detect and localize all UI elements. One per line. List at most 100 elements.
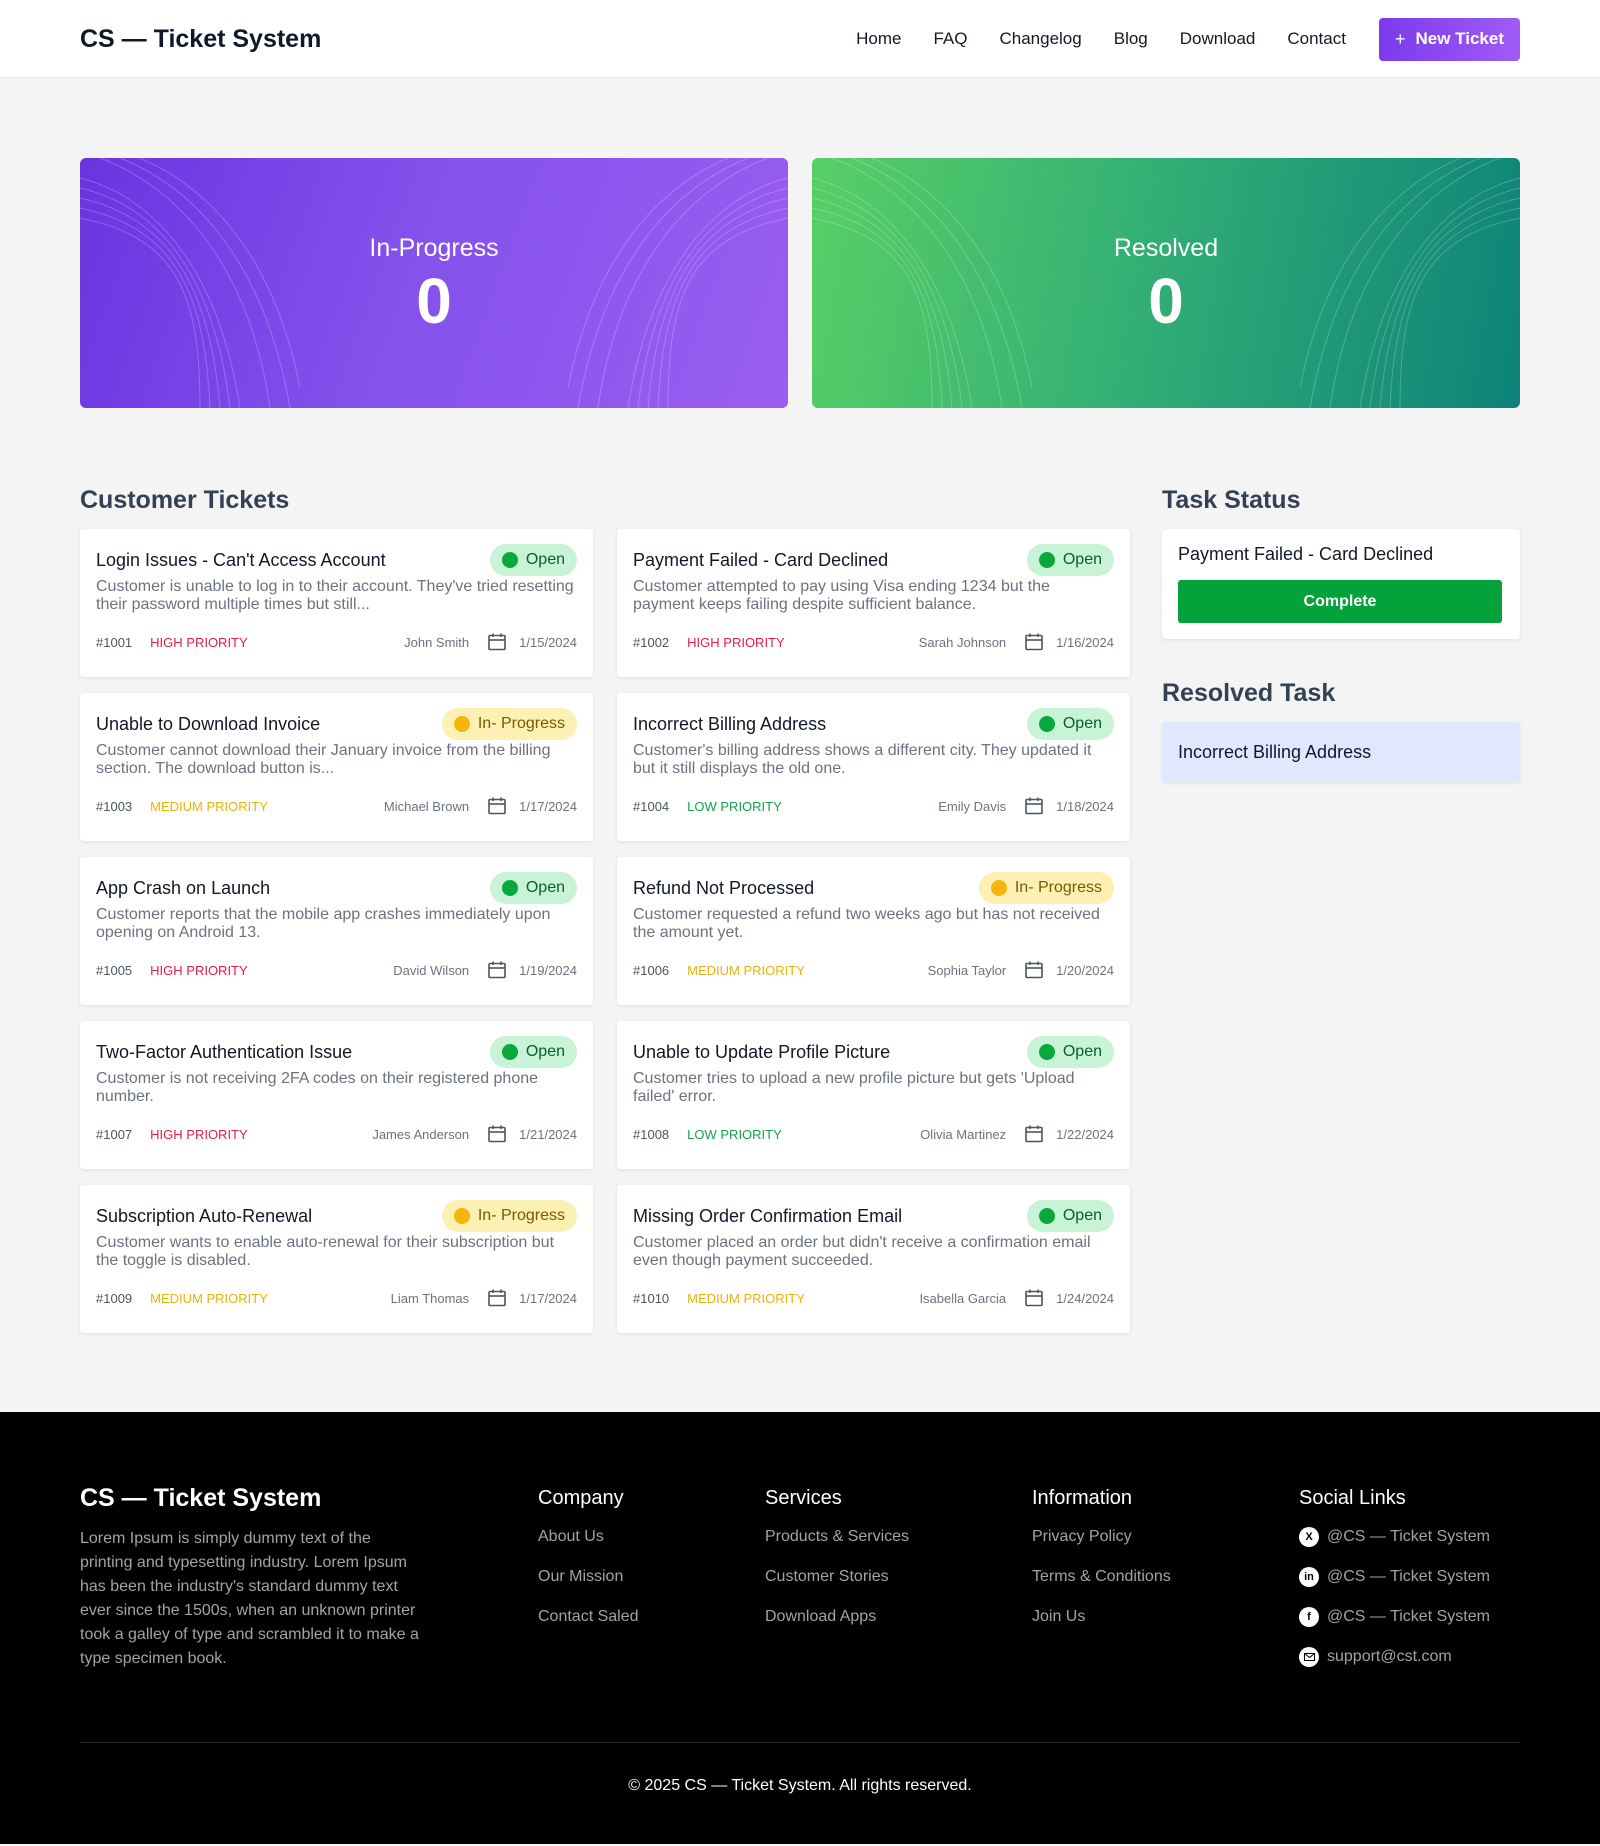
footer-link-contact-saled[interactable]: Contact Saled	[538, 1607, 765, 1627]
ticket-card[interactable]: Refund Not Processed In- Progress Customer…	[617, 857, 1130, 1005]
status-badge: Open	[1026, 544, 1114, 576]
status-dot-icon	[990, 880, 1007, 896]
ticket-title: Missing Order Confirmation Email	[633, 1205, 903, 1226]
ticket-description: Customer is not receiving 2FA codes on t…	[96, 1070, 539, 1105]
status-dot-icon	[1038, 552, 1055, 568]
status-dot-icon	[453, 716, 470, 732]
social-link-linkedin[interactable]: in @CS — Ticket System	[1299, 1567, 1520, 1587]
customer-name: Sarah Johnson	[918, 634, 1007, 650]
ticket-description: Customer placed an order but didn't rece…	[633, 1234, 1091, 1269]
ticket-date: 1/24/2024	[1056, 1290, 1114, 1306]
ticket-description: Customer reports that the mobile app cra…	[96, 906, 551, 941]
in-progress-banner: In-Progress 0	[80, 158, 788, 408]
ticket-card[interactable]: App Crash on Launch Open Customer reports …	[80, 857, 593, 1005]
footer-link-terms[interactable]: Terms & Conditions	[1032, 1567, 1299, 1587]
ticket-card[interactable]: Incorrect Billing Address Open Customer's …	[617, 693, 1130, 841]
status-badge: In- Progress	[978, 872, 1114, 904]
footer-link-privacy-policy[interactable]: Privacy Policy	[1032, 1527, 1299, 1547]
ticket-description: Customer cannot download their January i…	[96, 742, 551, 777]
calendar-icon	[1024, 1124, 1044, 1144]
ticket-title: Unable to Download Invoice	[96, 713, 321, 734]
task-title: Payment Failed - Card Declined	[1178, 544, 1434, 564]
resolved-task-title: Resolved Task	[1162, 679, 1336, 707]
ticket-card[interactable]: Payment Failed - Card Declined Open Custom…	[617, 529, 1130, 677]
new-ticket-button[interactable]: + New Ticket	[1378, 17, 1520, 61]
in-progress-count: 0	[416, 264, 452, 337]
social-link-email[interactable]: support@cst.com	[1299, 1647, 1520, 1667]
status-dot-icon	[501, 1044, 518, 1060]
customer-name: Sophia Taylor	[927, 962, 1007, 978]
footer-services-title: Services	[765, 1487, 842, 1509]
ticket-card[interactable]: Unable to Update Profile Picture Open Cust…	[617, 1021, 1130, 1169]
ticket-card[interactable]: Login Issues - Can't Access Account Open C…	[80, 529, 593, 677]
main-nav: Home FAQ Changelog Blog Download Contact…	[856, 17, 1520, 61]
customer-name: Michael Brown	[383, 798, 470, 814]
nav-changelog[interactable]: Changelog	[999, 29, 1081, 49]
wave-decoration	[1300, 158, 1520, 408]
ticket-title: Two-Factor Authentication Issue	[96, 1041, 353, 1062]
ticket-date: 1/15/2024	[519, 634, 577, 650]
footer-link-customer-stories[interactable]: Customer Stories	[765, 1567, 1032, 1587]
ticket-date: 1/21/2024	[519, 1126, 577, 1142]
ticket-title: App Crash on Launch	[96, 877, 271, 898]
footer-link-join-us[interactable]: Join Us	[1032, 1607, 1299, 1627]
ticket-id: #1003	[96, 798, 133, 814]
ticket-card[interactable]: Unable to Download Invoice In- Progress Cu…	[80, 693, 593, 841]
status-badge: In- Progress	[441, 708, 577, 740]
calendar-icon	[1024, 632, 1044, 652]
status-label: Open	[525, 551, 565, 568]
footer-brand: CS — Ticket System Lorem Ipsum is simply…	[80, 1484, 538, 1742]
customer-name: Olivia Martinez	[920, 1126, 1007, 1142]
nav-home[interactable]: Home	[856, 29, 901, 49]
calendar-icon	[1024, 960, 1044, 980]
site-header: CS — Ticket System Home FAQ Changelog Bl…	[0, 0, 1600, 78]
footer-link-our-mission[interactable]: Our Mission	[538, 1567, 765, 1587]
task-card: Payment Failed - Card Declined Complete	[1162, 529, 1520, 639]
calendar-icon	[1024, 796, 1044, 816]
ticket-card[interactable]: Two-Factor Authentication Issue Open Custo…	[80, 1021, 593, 1169]
complete-button[interactable]: Complete	[1178, 580, 1502, 623]
calendar-icon	[487, 960, 507, 980]
ticket-title: Unable to Update Profile Picture	[633, 1041, 891, 1062]
calendar-icon	[1024, 1288, 1044, 1308]
ticket-id: #1004	[633, 798, 670, 814]
main-content: Customer Tickets Login Issues - Can't Ac…	[80, 486, 1520, 1333]
status-badge: Open	[489, 544, 577, 576]
footer-company-title: Company	[538, 1487, 624, 1509]
priority-label: MEDIUM PRIORITY	[687, 1290, 805, 1306]
ticket-id: #1002	[633, 634, 670, 650]
site-logo[interactable]: CS — Ticket System	[80, 25, 321, 54]
status-badge: Open	[1026, 708, 1114, 740]
priority-label: HIGH PRIORITY	[150, 634, 248, 650]
footer-link-download-apps[interactable]: Download Apps	[765, 1607, 1032, 1627]
ticket-card[interactable]: Missing Order Confirmation Email Open Cust…	[617, 1185, 1130, 1333]
nav-faq[interactable]: FAQ	[933, 29, 967, 49]
footer-link-about-us[interactable]: About Us	[538, 1527, 765, 1547]
status-badge: Open	[489, 1036, 577, 1068]
status-label: Open	[1062, 715, 1102, 732]
site-footer: CS — Ticket System Lorem Ipsum is simply…	[0, 1412, 1600, 1844]
nav-download[interactable]: Download	[1180, 29, 1256, 49]
status-badge: Open	[1026, 1036, 1114, 1068]
social-link-x[interactable]: X @CS — Ticket System	[1299, 1527, 1520, 1547]
nav-contact[interactable]: Contact	[1287, 29, 1346, 49]
priority-label: MEDIUM PRIORITY	[150, 798, 268, 814]
social-link-label: support@cst.com	[1327, 1648, 1452, 1665]
wave-decoration	[568, 158, 788, 408]
priority-label: HIGH PRIORITY	[687, 634, 785, 650]
resolved-label: Resolved	[1113, 233, 1219, 262]
wave-decoration	[80, 158, 300, 408]
ticket-card[interactable]: Subscription Auto-Renewal In- Progress Cus…	[80, 1185, 593, 1333]
status-badge: Open	[1026, 1200, 1114, 1232]
stats-banners: In-Progress 0 Resolved 0	[80, 158, 1520, 408]
customer-name: David Wilson	[393, 962, 470, 978]
social-link-facebook[interactable]: f @CS — Ticket System	[1299, 1607, 1520, 1627]
nav-blog[interactable]: Blog	[1114, 29, 1148, 49]
ticket-title: Refund Not Processed	[633, 877, 815, 898]
status-badge: Open	[489, 872, 577, 904]
footer-company: Company About Us Our Mission Contact Sal…	[538, 1484, 765, 1742]
customer-name: John Smith	[404, 634, 470, 650]
ticket-id: #1006	[633, 962, 670, 978]
footer-link-products-services[interactable]: Products & Services	[765, 1527, 1032, 1547]
calendar-icon	[487, 796, 507, 816]
